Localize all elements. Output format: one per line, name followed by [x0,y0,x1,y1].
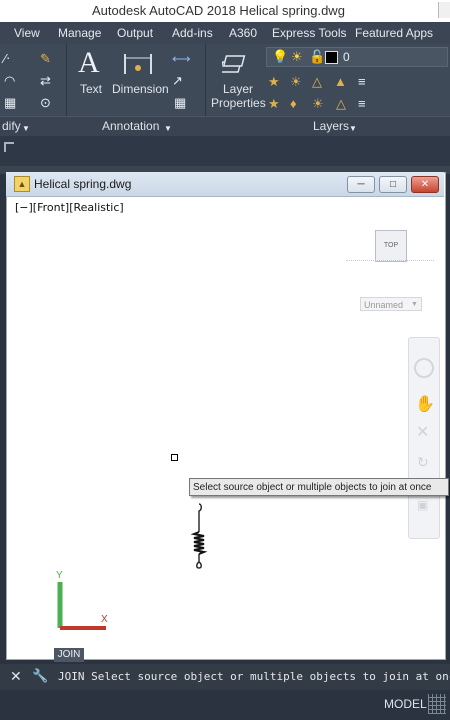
layer-properties-label-1: Layer [223,82,254,96]
helical-spring[interactable] [188,502,210,570]
tab-add-ins[interactable]: Add-ins [172,26,213,40]
orbit-icon[interactable]: ↻ [417,454,429,471]
layer-tool-icon[interactable]: ♦ [290,97,297,110]
svg-text:X: X [101,614,108,625]
layer-tool-icon[interactable]: ▲ [334,75,347,88]
dimension-button-label[interactable]: Dimension [112,82,169,96]
chevron-down-icon[interactable]: ▼ [22,122,30,135]
showmotion-icon[interactable]: ▣ [417,498,428,512]
panel-layers[interactable]: Layers [313,119,349,133]
ucs-icon: Y X [56,570,108,630]
text-icon: A [78,46,100,79]
layer-dropdown[interactable]: 💡 ☀ 🔓 ▣ 0 [266,47,448,67]
ucs-menu[interactable]: Unnamed ▼ [360,297,422,311]
app-title-bar: Autodesk AutoCAD 2018 Helical spring.dwg [0,0,450,22]
navigation-bar[interactable]: ✋ ✕ ↻ ▣ [408,337,440,539]
svg-text:Y: Y [56,570,63,581]
command-tooltip-text: Select source object or multiple objects… [193,482,432,493]
command-line-text[interactable]: JOIN Select source object or multiple ob… [58,670,450,683]
text-button[interactable]: A [78,48,104,78]
table-icon[interactable]: ▦ [174,96,186,109]
window-control-button[interactable] [438,2,450,18]
ucs-menu-label: Unnamed [364,300,404,310]
drawing-window-title-bar[interactable]: ▲ Helical spring.dwg ─ □ ✕ [6,172,444,197]
viewcube-ring [346,260,434,262]
layer-properties-label-2: Properties [211,96,266,110]
ribbon-underlay [0,136,450,166]
close-icon[interactable]: ✕ [10,668,22,685]
chevron-down-icon[interactable]: ▼ [164,122,172,135]
tab-express-tools[interactable]: Express Tools [272,26,346,40]
autocad-file-icon: ▲ [14,176,30,192]
layer-properties-icon[interactable] [222,50,250,78]
drawing-window-title: Helical spring.dwg [34,177,132,191]
command-badge: JOIN [54,648,84,662]
tab-a360[interactable]: A360 [229,26,257,40]
tab-featured-apps[interactable]: Featured Apps [355,26,433,40]
layer-tool-icon[interactable]: ≡ [358,97,366,110]
linear-dimension-icon[interactable]: ⟷ [172,52,191,65]
app-title: Autodesk AutoCAD 2018 Helical spring.dwg [92,3,345,18]
panel-annotation[interactable]: Annotation [102,119,159,133]
layer-tool-icon[interactable]: ☀ [312,97,324,110]
line-icon[interactable]: ∕⋅ [4,52,10,65]
ribbon-panel-titles: dify ▼ Annotation ▼ Layers ▼ [0,116,450,137]
grid-icon[interactable] [428,694,446,714]
arc-icon[interactable]: ◠ [4,74,15,87]
color-swatch-icon [325,51,338,64]
zoom-icon[interactable]: ✕ [416,422,429,442]
layer-tool-icon[interactable]: ☀ [290,75,302,88]
layer-name: 0 [343,50,350,64]
cursor-pickbox [171,454,178,461]
tab-view[interactable]: View [14,26,40,40]
command-tooltip: Select source object or multiple objects… [189,478,449,496]
layer-tool-icon[interactable]: ★ [268,97,280,110]
sun-icon: ☀ [291,49,303,64]
status-bar: MODEL [0,690,450,720]
wrench-icon[interactable]: 🔧 [32,668,48,684]
steering-wheel-icon[interactable] [414,358,434,378]
text-button-label: Text [80,82,103,96]
viewport-controls[interactable]: [−][Front][Realistic] [15,201,124,214]
layer-tool-icon[interactable]: △ [336,97,346,110]
layer-tool-icon[interactable]: △ [312,75,322,88]
tab-strip-icon[interactable] [4,142,14,152]
pan-icon[interactable]: ✋ [415,394,435,414]
tab-manage[interactable]: Manage [58,26,101,40]
viewcube-face-label[interactable]: TOP [384,242,398,249]
chevron-down-icon[interactable]: ▼ [349,122,357,135]
chevron-down-icon: ▼ [411,301,418,308]
model-space-button[interactable]: MODEL [384,697,427,711]
edit-icon[interactable]: ⊙ [40,96,51,109]
leader-icon[interactable]: ↗ [172,74,183,87]
close-button[interactable]: ✕ [411,176,439,193]
maximize-button[interactable]: □ [379,176,407,193]
viewcube[interactable]: TOP [375,230,407,262]
layer-tool-icon[interactable]: ★ [268,75,280,88]
lock-icon: 🔓 [309,49,326,64]
lightbulb-icon: 💡 [272,49,289,64]
panel-modify[interactable]: dify [2,119,21,133]
command-line[interactable]: ✕ 🔧 JOIN Select source object or multipl… [0,664,450,690]
tab-output[interactable]: Output [117,26,153,40]
array-icon[interactable]: ▦ [4,96,16,109]
dimension-icon[interactable] [122,50,154,78]
pen-icon[interactable]: ✎ [40,52,51,65]
layer-tool-icon[interactable]: ≡ [358,75,366,88]
ribbon-tabs: View Manage Output Add-ins A360 Express … [0,22,450,44]
minimize-button[interactable]: ─ [347,176,375,193]
stretch-icon[interactable]: ⇄ [40,74,51,87]
command-badge-label: JOIN [57,649,81,660]
